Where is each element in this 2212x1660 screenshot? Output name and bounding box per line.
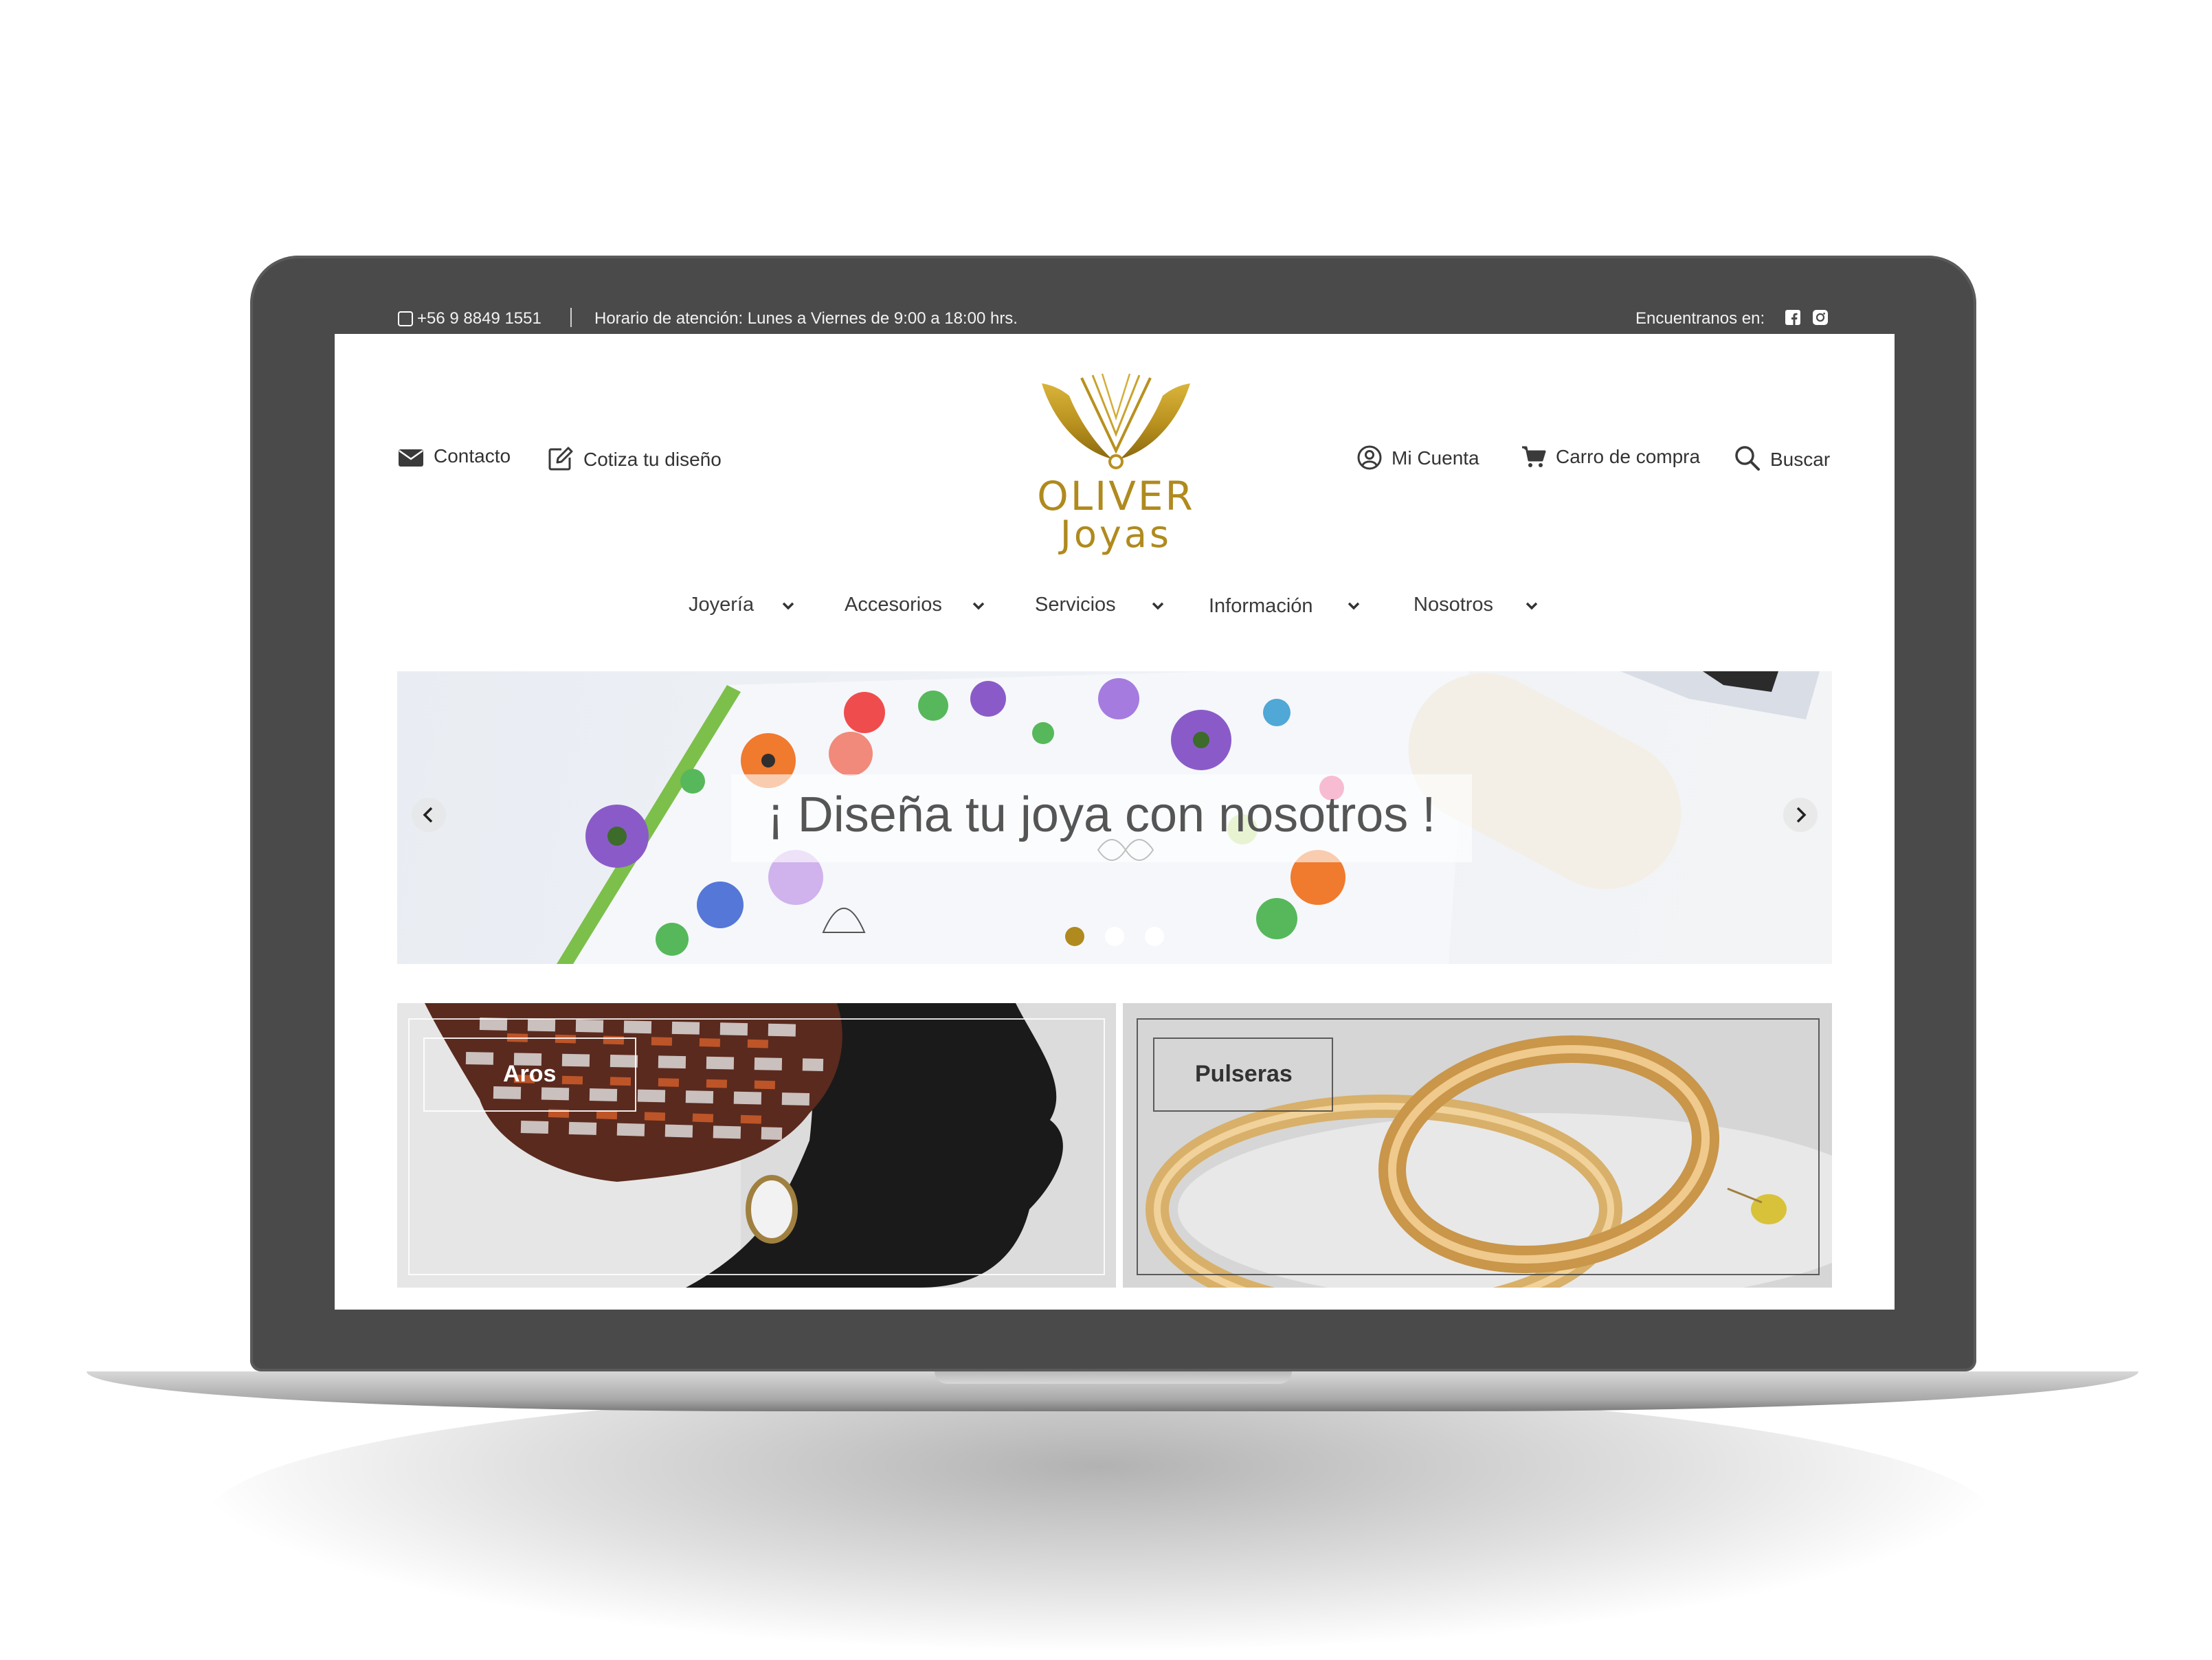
browser-screen: +56 9 8849 1551 Horario de atención: Lun…	[335, 302, 1895, 1310]
nav-nosotros[interactable]: Nosotros	[1414, 594, 1493, 616]
chevron-down-icon[interactable]	[1525, 599, 1539, 613]
social-label: Encuentranos en:	[1635, 309, 1765, 328]
nav-informacion[interactable]: Información	[1209, 595, 1313, 618]
category-label-pulseras: Pulseras	[1195, 1061, 1293, 1087]
laptop-shadow	[206, 1388, 1993, 1649]
chevron-down-icon[interactable]	[781, 599, 795, 613]
quote-design-link[interactable]: Cotiza tu diseño	[548, 445, 722, 471]
whatsapp-icon	[398, 311, 413, 326]
chevron-left-icon	[423, 807, 433, 823]
carousel-dot-2[interactable]	[1105, 927, 1124, 946]
category-card-pulseras[interactable]: Pulseras	[1123, 1003, 1832, 1288]
nav-joyeria[interactable]: Joyería	[689, 594, 754, 616]
phone-number: +56 9 8849 1551	[417, 309, 541, 328]
cart-icon	[1522, 446, 1546, 467]
business-hours: Horario de atención: Lunes a Viernes de …	[594, 309, 1018, 328]
envelope-icon	[399, 449, 423, 467]
shopping-cart-link[interactable]: Carro de compra	[1521, 445, 1700, 469]
chevron-down-icon[interactable]	[1347, 599, 1361, 613]
contact-label: Contacto	[434, 445, 511, 467]
my-account-link[interactable]: Mi Cuenta	[1357, 445, 1479, 470]
category-label-aros: Aros	[503, 1061, 557, 1087]
top-info-bar: +56 9 8849 1551 Horario de atención: Lun…	[335, 302, 1895, 334]
chevron-right-icon	[1796, 807, 1807, 823]
logo-emblem-icon	[1042, 373, 1190, 469]
carousel-dot-3[interactable]	[1145, 927, 1164, 946]
nav-servicios[interactable]: Servicios	[1035, 594, 1116, 616]
category-card-aros[interactable]: Aros	[397, 1003, 1116, 1288]
search-label: Buscar	[1770, 449, 1831, 470]
user-icon	[1357, 445, 1382, 470]
my-account-label: Mi Cuenta	[1392, 447, 1479, 469]
instagram-link[interactable]	[1812, 309, 1829, 330]
contact-link[interactable]: Contacto	[398, 445, 511, 468]
chevron-down-icon[interactable]	[972, 599, 985, 613]
quote-design-label: Cotiza tu diseño	[583, 449, 722, 470]
facebook-icon	[1785, 310, 1800, 325]
facebook-link[interactable]	[1785, 309, 1801, 330]
search-link[interactable]: Buscar	[1734, 445, 1830, 471]
laptop-notch	[935, 1371, 1292, 1384]
logo-subtitle: Joyas	[1060, 513, 1172, 556]
nav-accesorios[interactable]: Accesorios	[845, 594, 942, 616]
edit-icon	[548, 447, 573, 471]
carousel-prev-button[interactable]	[412, 798, 446, 832]
phone-link[interactable]: +56 9 8849 1551	[398, 309, 541, 328]
shopping-cart-label: Carro de compra	[1556, 446, 1701, 467]
carousel-next-button[interactable]	[1783, 798, 1818, 832]
carousel-dot-1[interactable]	[1065, 927, 1084, 946]
oliver-joyas-logo[interactable]: OLIVER Joyas	[1027, 368, 1205, 561]
hero-caption: ¡ Diseña tu joya con nosotros !	[767, 787, 1436, 842]
instagram-icon	[1813, 310, 1828, 325]
search-icon	[1735, 446, 1760, 471]
topbar-divider	[570, 308, 572, 327]
hero-carousel: ¡ Diseña tu joya con nosotros !	[397, 671, 1832, 964]
chevron-down-icon[interactable]	[1151, 599, 1165, 613]
